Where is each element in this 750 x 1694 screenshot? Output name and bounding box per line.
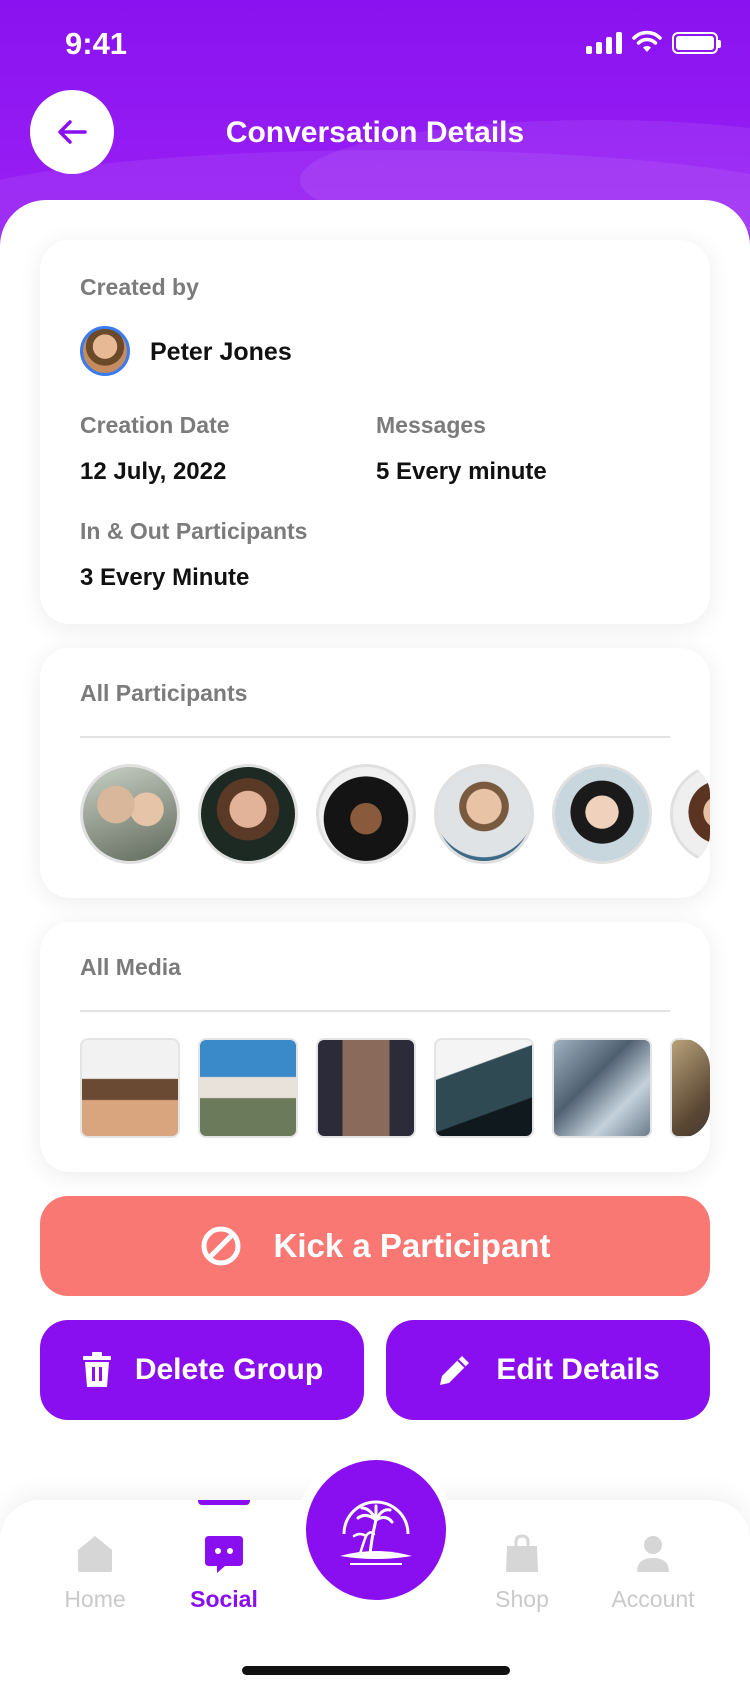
creator-name[interactable]: Peter Jones (150, 338, 292, 367)
chat-icon (205, 1536, 243, 1573)
participant-avatar[interactable] (552, 764, 652, 864)
participants-card: All Participants (40, 648, 710, 898)
status-time: 9:41 (65, 26, 128, 61)
media-thumbnail[interactable] (552, 1038, 652, 1138)
creator-avatar[interactable] (80, 326, 130, 376)
media-card: All Media (40, 922, 710, 1172)
nav-label-home: Home (64, 1586, 126, 1612)
nav-label-social: Social (190, 1586, 258, 1612)
ban-icon (201, 1226, 241, 1266)
media-thumbnail[interactable] (670, 1038, 710, 1138)
participants-strip[interactable] (80, 764, 710, 864)
creation-date-label: Creation Date (80, 412, 230, 438)
creation-date-value: 12 July, 2022 (80, 458, 227, 485)
participants-title: All Participants (80, 680, 248, 706)
edit-details-label: Edit Details (496, 1353, 660, 1386)
delete-group-label: Delete Group (134, 1353, 324, 1386)
edit-details-button[interactable]: Edit Details (386, 1320, 710, 1420)
participant-avatar[interactable] (80, 764, 180, 864)
kick-participant-button[interactable]: Kick a Participant (40, 1196, 710, 1296)
nav-label-account: Account (611, 1586, 695, 1612)
status-icons (586, 30, 721, 54)
battery-icon (672, 32, 721, 54)
media-thumbnail[interactable] (434, 1038, 534, 1138)
palm-island-icon (340, 1500, 412, 1565)
media-strip[interactable] (80, 1038, 710, 1138)
created-by-label: Created by (80, 274, 199, 300)
active-tab-indicator (198, 1500, 250, 1505)
divider (80, 1010, 670, 1012)
nav-item-home[interactable]: Home (30, 1534, 160, 1613)
signal-icon (586, 30, 622, 54)
participant-avatar[interactable] (316, 764, 416, 864)
center-fab-button[interactable] (306, 1460, 446, 1600)
messages-label: Messages (376, 412, 486, 438)
divider (80, 736, 670, 738)
page-title: Conversation Details (225, 116, 525, 149)
trash-icon (82, 1352, 111, 1387)
media-thumbnail[interactable] (316, 1038, 416, 1138)
media-thumbnail[interactable] (198, 1038, 298, 1138)
participant-avatar[interactable] (670, 764, 710, 864)
nav-item-social[interactable]: Social (159, 1534, 289, 1613)
kick-participant-label: Kick a Participant (273, 1227, 551, 1264)
participant-avatar[interactable] (434, 764, 534, 864)
wifi-icon (632, 30, 662, 52)
bag-icon (506, 1534, 538, 1572)
participants-rate-value: 3 Every Minute (80, 564, 250, 591)
participant-avatar[interactable] (198, 764, 298, 864)
user-icon (637, 1536, 669, 1572)
nav-item-account[interactable]: Account (588, 1534, 718, 1613)
details-card: Created by Peter Jones Creation Date 12 … (40, 240, 710, 624)
nav-item-shop[interactable]: Shop (457, 1534, 587, 1613)
media-title: All Media (80, 954, 181, 980)
participants-rate-label: In & Out Participants (80, 518, 308, 544)
nav-label-shop: Shop (495, 1586, 549, 1612)
pencil-icon (440, 1356, 470, 1385)
messages-value: 5 Every minute (376, 458, 547, 485)
home-icon (78, 1536, 112, 1572)
home-indicator (242, 1666, 510, 1675)
delete-group-button[interactable]: Delete Group (40, 1320, 364, 1420)
media-thumbnail[interactable] (80, 1038, 180, 1138)
